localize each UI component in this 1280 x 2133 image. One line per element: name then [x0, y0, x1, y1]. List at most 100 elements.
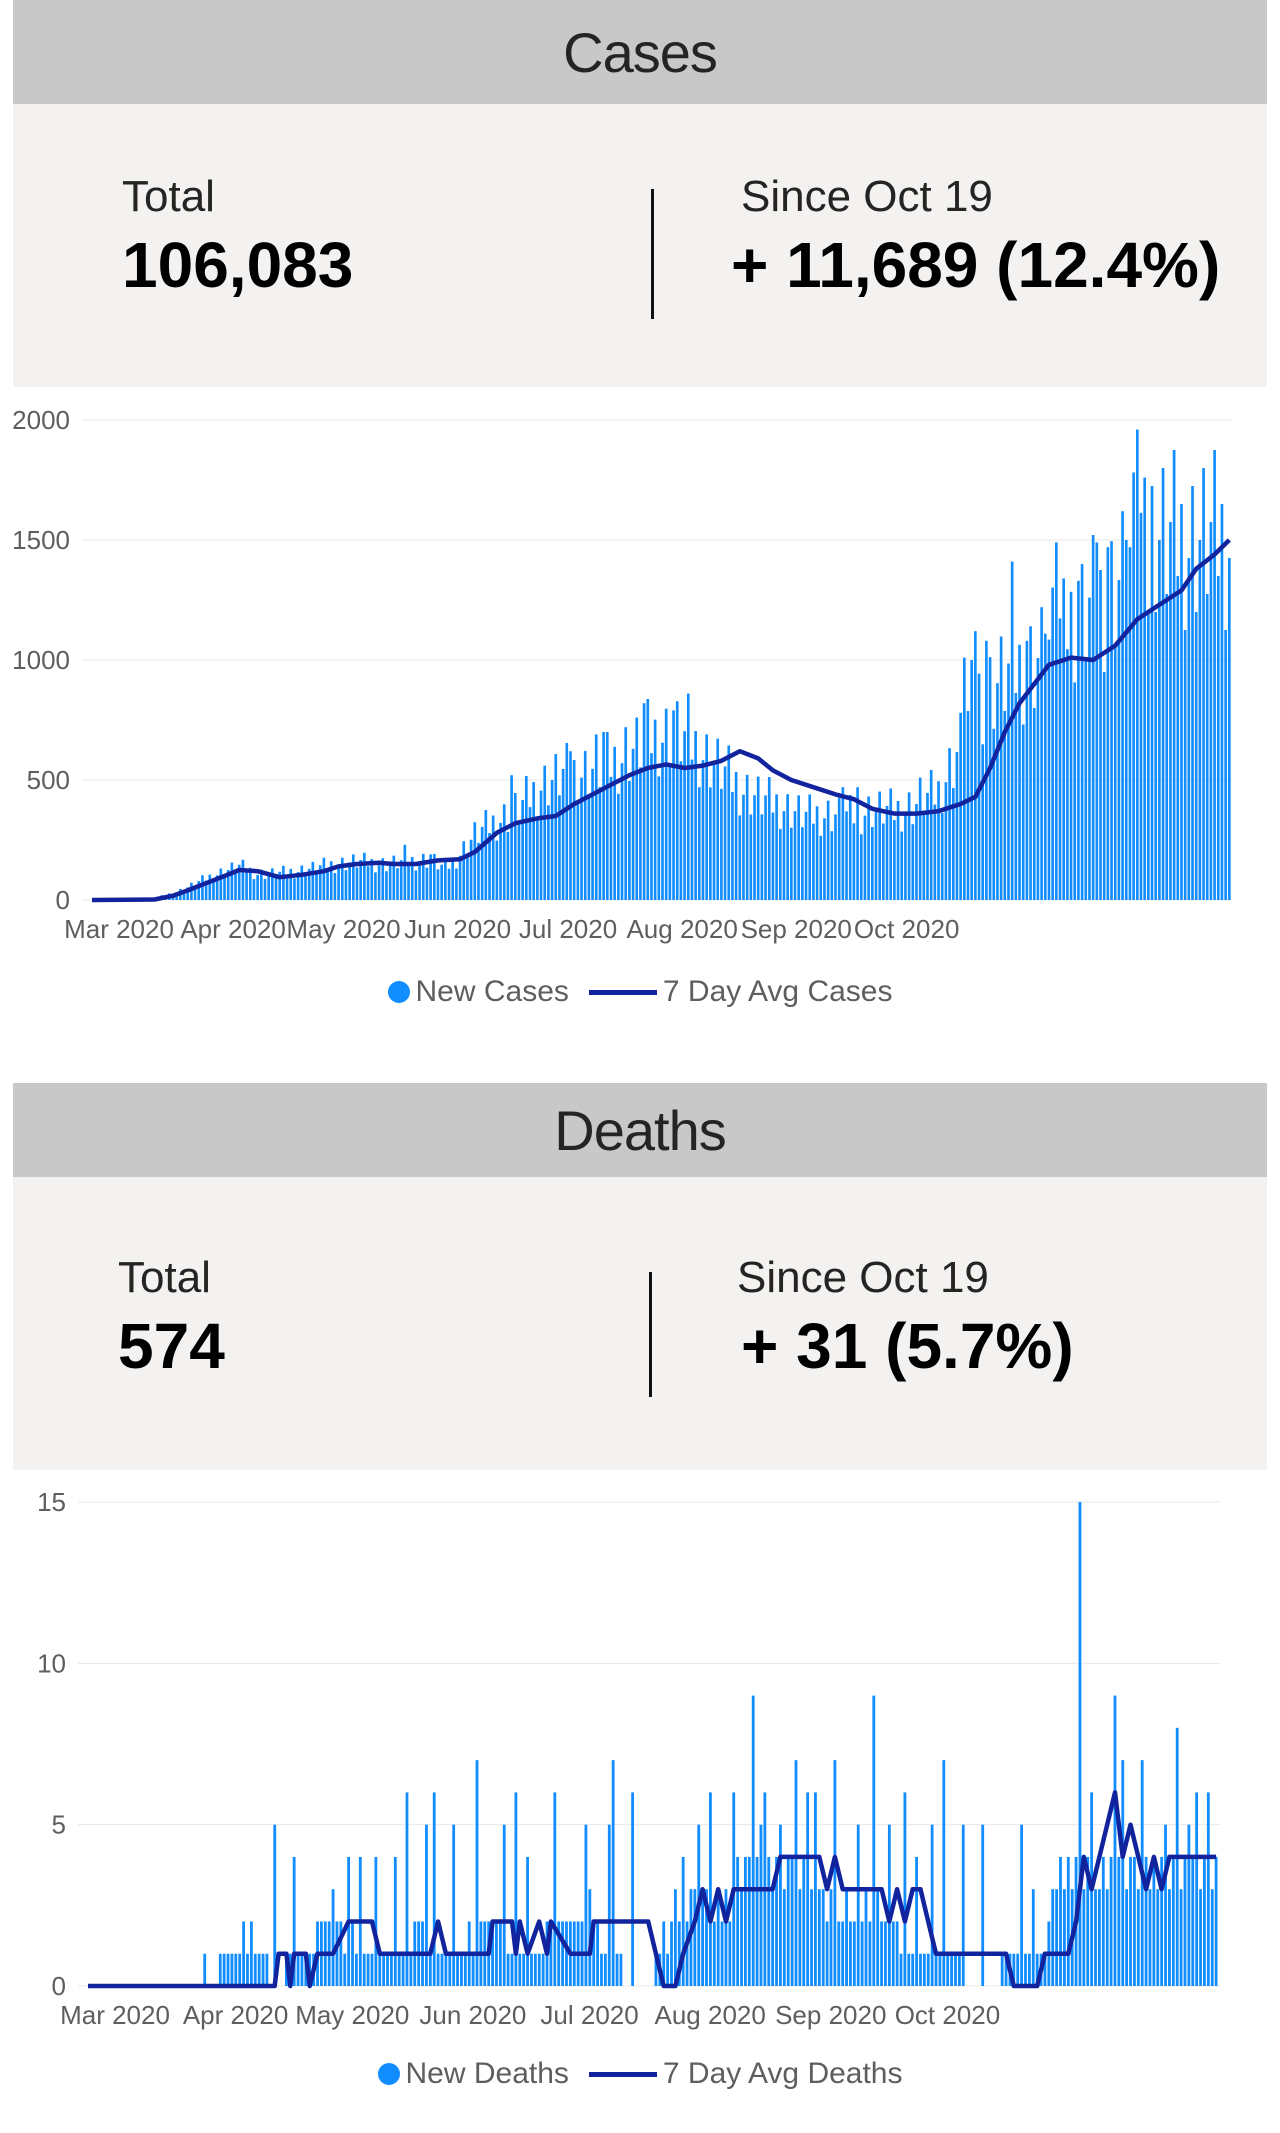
bar [331, 1889, 335, 1986]
bar [409, 1953, 413, 1986]
bar [576, 804, 580, 900]
bar [605, 732, 609, 900]
bar [234, 1953, 238, 1986]
bar [1202, 468, 1205, 900]
bar [736, 1856, 740, 1986]
bar [495, 840, 499, 900]
bar [1220, 504, 1224, 900]
bar [561, 768, 565, 900]
bar [510, 1953, 514, 1986]
bar [650, 753, 653, 900]
bar [436, 1953, 440, 1986]
bar [974, 631, 977, 900]
bar [1224, 630, 1227, 900]
bar [1216, 576, 1220, 900]
bar [1132, 472, 1135, 900]
bar [289, 868, 293, 900]
bar [926, 792, 929, 900]
bar [933, 804, 937, 900]
bar [734, 771, 738, 900]
bar [1165, 594, 1169, 900]
bar [775, 794, 778, 900]
bar [333, 873, 337, 900]
bar [797, 795, 801, 900]
cases-summary-card: Total 106,083 Since Oct 19 + 11,689 (12.… [13, 104, 1267, 387]
bar [1183, 1856, 1187, 1986]
legend-new-cases: New Cases [387, 975, 569, 1009]
bar [524, 776, 528, 900]
bar [219, 868, 223, 900]
bar [789, 827, 793, 900]
bar [541, 1953, 545, 1986]
bar [885, 805, 889, 900]
bar [852, 823, 856, 900]
bar [532, 782, 536, 900]
x-tick-label: Jun 2020 [404, 914, 511, 944]
bar [782, 1889, 786, 1986]
bar [223, 876, 226, 900]
bar [1191, 486, 1194, 900]
x-tick-label: Jul 2020 [519, 914, 617, 944]
bar [1117, 1856, 1121, 1986]
bar [845, 1889, 848, 1986]
bar [950, 1953, 953, 1986]
bar [922, 1953, 926, 1986]
bar [970, 660, 973, 900]
bar [1047, 639, 1051, 900]
bar [300, 1953, 304, 1986]
y-tick-label: 500 [27, 765, 70, 795]
bar [705, 734, 708, 900]
bar [405, 1792, 409, 1986]
avg-line [88, 1790, 1217, 1989]
bar [821, 1889, 825, 1986]
bar [1214, 1856, 1218, 1986]
bar [343, 1953, 347, 1986]
bar [742, 794, 745, 900]
deaths-header: Deaths [13, 1083, 1267, 1177]
bar [1171, 1856, 1175, 1986]
bar [553, 1792, 557, 1986]
bar [1147, 612, 1150, 900]
bar [628, 780, 631, 900]
bar [495, 1921, 498, 1986]
bar [201, 875, 204, 900]
bar [760, 814, 764, 900]
bar [337, 865, 340, 900]
bar [1106, 547, 1110, 900]
bar [876, 1889, 880, 1986]
bar [326, 868, 329, 900]
x-tick-label: Apr 2020 [183, 2000, 289, 2030]
x-tick-label: Aug 2020 [626, 914, 737, 944]
bar [378, 1953, 382, 1986]
bar [1128, 547, 1132, 900]
bar [1199, 1889, 1202, 1986]
bar [355, 1953, 358, 1986]
bar [749, 814, 753, 900]
bar [596, 1921, 599, 1986]
bar [1055, 542, 1058, 900]
bar [815, 806, 819, 900]
bar [819, 835, 823, 900]
bar [694, 731, 697, 900]
bar [234, 872, 237, 900]
bar [1168, 1889, 1171, 1986]
bar [246, 1953, 249, 1986]
legend-new-deaths: New Deaths [377, 2057, 569, 2091]
bar [377, 865, 381, 900]
bar [683, 731, 686, 900]
bar [218, 1953, 222, 1986]
bar [1139, 512, 1143, 900]
bar [693, 1889, 697, 1986]
bar [767, 1856, 771, 1986]
bar [366, 1953, 370, 1986]
bar [265, 1953, 269, 1986]
bar [241, 859, 245, 900]
bar [335, 1921, 339, 1986]
bar [756, 776, 760, 900]
bar [252, 879, 256, 900]
bar [1094, 1889, 1097, 1986]
bar [522, 1953, 526, 1986]
bar [498, 1921, 502, 1986]
bar [282, 865, 285, 900]
bar [948, 748, 951, 900]
